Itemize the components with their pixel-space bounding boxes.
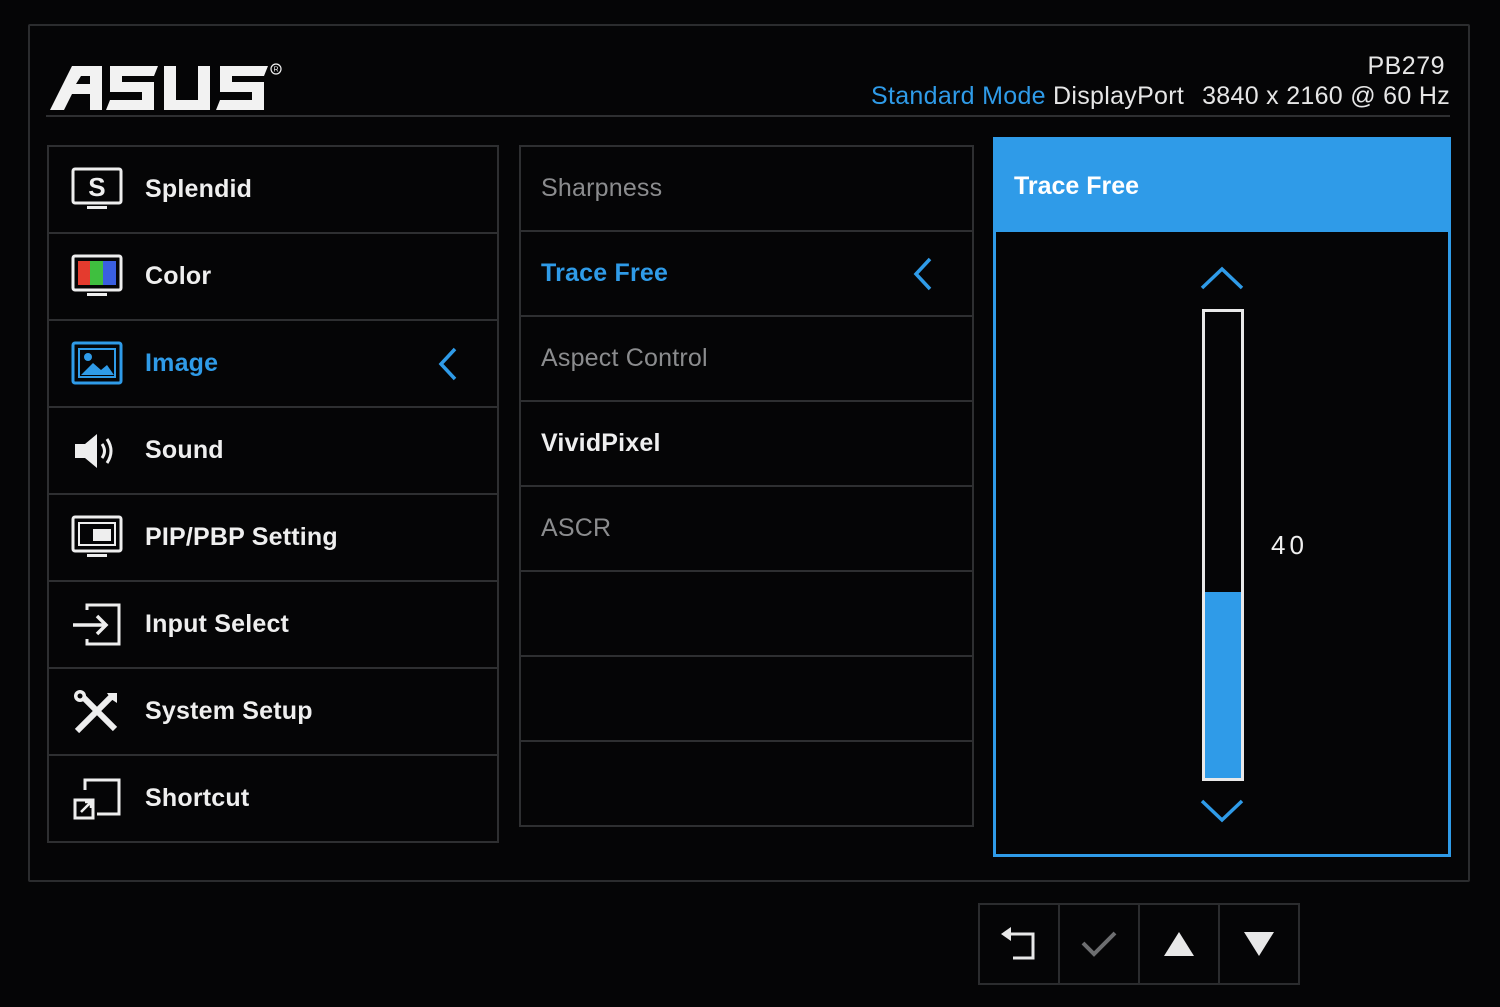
header-divider <box>46 115 1450 117</box>
menu-item-splendid[interactable]: S Splendid <box>47 145 499 234</box>
chevron-left-icon <box>438 347 457 380</box>
submenu-empty-row <box>519 740 974 827</box>
submenu-item-label: Aspect Control <box>541 344 708 372</box>
submenu-empty-row <box>519 655 974 742</box>
menu-item-label: PIP/PBP Setting <box>145 523 338 551</box>
menu-item-label: Splendid <box>145 175 253 203</box>
trace-free-slider[interactable] <box>1202 309 1244 781</box>
submenu-item-label: ASCR <box>541 514 612 542</box>
shortcut-icon <box>69 773 125 825</box>
svg-text:R: R <box>273 67 278 74</box>
submenu-empty-row <box>519 570 974 657</box>
submenu-item-label: VividPixel <box>541 429 661 457</box>
svg-text:S: S <box>88 172 106 202</box>
chevron-down-icon[interactable] <box>1199 798 1245 824</box>
down-triangle-icon <box>1244 932 1274 956</box>
menu-item-label: Shortcut <box>145 784 250 812</box>
submenu-item-trace-free[interactable]: Trace Free <box>519 230 974 317</box>
checkmark-icon <box>1081 931 1117 957</box>
submenu-item-vividpixel[interactable]: VividPixel <box>519 400 974 487</box>
chevron-left-icon <box>913 257 932 290</box>
slider-fill <box>1205 591 1241 778</box>
menu-item-sound[interactable]: Sound <box>47 406 499 495</box>
menu-item-label: Input Select <box>145 610 290 638</box>
submenu-item-ascr[interactable]: ASCR <box>519 485 974 572</box>
color-icon <box>69 251 125 303</box>
menu-item-label: Sound <box>145 436 224 464</box>
menu-item-system-setup[interactable]: System Setup <box>47 667 499 756</box>
submenu-item-label: Trace Free <box>541 259 669 287</box>
sub-menu: Sharpness Trace Free Aspect Control Vivi… <box>519 145 974 827</box>
resolution-status: 3840 x 2160 @ 60 Hz <box>1202 82 1450 110</box>
menu-item-image[interactable]: Image <box>47 319 499 408</box>
back-arrow-icon <box>1001 927 1035 960</box>
menu-item-pip-pbp[interactable]: PIP/PBP Setting <box>47 493 499 582</box>
menu-item-label: Image <box>145 349 219 377</box>
image-icon <box>69 338 125 390</box>
menu-item-shortcut[interactable]: Shortcut <box>47 754 499 843</box>
speaker-icon <box>69 425 125 477</box>
tools-icon <box>69 686 125 738</box>
input-source-status: DisplayPort <box>1053 82 1185 110</box>
splendid-mode-status: Standard Mode <box>871 82 1046 110</box>
menu-item-color[interactable]: Color <box>47 232 499 321</box>
up-button[interactable] <box>1138 903 1220 985</box>
trace-free-panel: Trace Free 40 <box>993 137 1451 857</box>
panel-title: Trace Free <box>1014 171 1140 200</box>
button-bar <box>978 903 1300 985</box>
submenu-item-aspect-control[interactable]: Aspect Control <box>519 315 974 402</box>
model-name: PB279 <box>1367 52 1445 80</box>
panel-header: Trace Free <box>996 140 1448 232</box>
slider-value: 40 <box>1271 530 1308 560</box>
chevron-up-icon[interactable] <box>1199 265 1245 291</box>
main-menu: S Splendid Color Image Sound PIP/PBP Set… <box>47 145 499 843</box>
up-triangle-icon <box>1164 932 1194 956</box>
confirm-button[interactable] <box>1058 903 1140 985</box>
splendid-icon: S <box>69 164 125 216</box>
input-icon <box>69 599 125 651</box>
monitor-icon <box>69 512 125 564</box>
submenu-item-sharpness[interactable]: Sharpness <box>519 145 974 232</box>
back-button[interactable] <box>978 903 1060 985</box>
asus-logo: R <box>50 63 282 110</box>
menu-item-label: System Setup <box>145 697 313 725</box>
menu-item-label: Color <box>145 262 212 290</box>
submenu-item-label: Sharpness <box>541 174 663 202</box>
menu-item-input-select[interactable]: Input Select <box>47 580 499 669</box>
down-button[interactable] <box>1218 903 1300 985</box>
